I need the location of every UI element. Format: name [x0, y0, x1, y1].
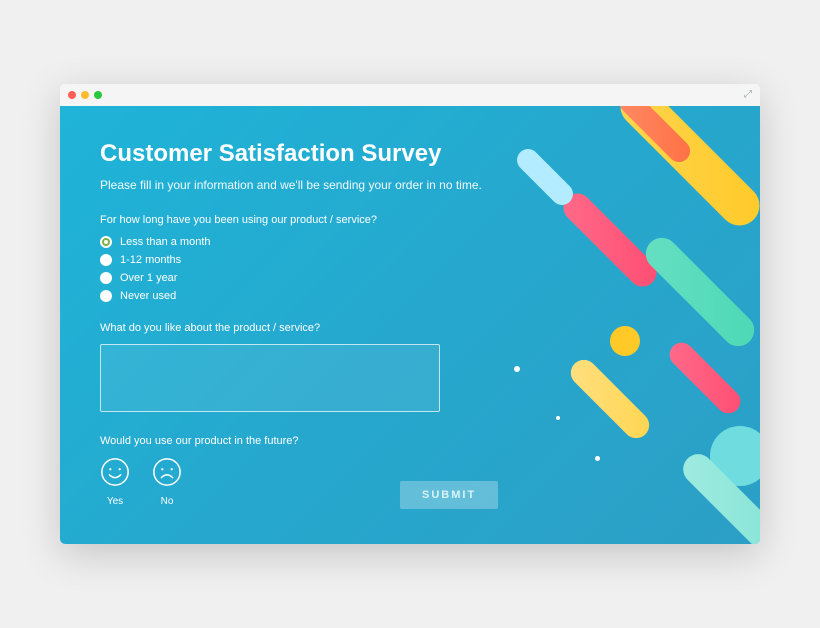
titlebar: ⤢ [60, 84, 760, 106]
decorative-stripe-icon [612, 106, 760, 234]
submit-button[interactable]: SUBMIT [400, 481, 498, 509]
radio-option-never-used[interactable]: Never used [100, 290, 540, 302]
radio-icon [100, 272, 112, 284]
browser-window: ⤢ Customer Satisfaction Survey Please fi… [60, 84, 760, 544]
option-yes[interactable]: Yes [100, 457, 130, 507]
maximize-window-icon[interactable] [94, 91, 102, 99]
option-no[interactable]: No [152, 457, 182, 507]
expand-icon[interactable]: ⤢ [744, 89, 752, 100]
radio-icon [100, 290, 112, 302]
minimize-window-icon[interactable] [81, 91, 89, 99]
window-controls [68, 91, 102, 99]
page-subtitle: Please fill in your information and we'l… [100, 178, 540, 192]
survey-form: Customer Satisfaction Survey Please fill… [60, 106, 580, 531]
q3-label: Would you use our product in the future? [100, 435, 540, 447]
page-title: Customer Satisfaction Survey [100, 140, 540, 168]
q1-label: For how long have you been using our pro… [100, 214, 540, 226]
radio-label: Over 1 year [120, 272, 177, 284]
decorative-circle-icon [610, 326, 640, 356]
q1-radio-group: Less than a month 1-12 months Over 1 yea… [100, 236, 540, 302]
decorative-stripe-icon [639, 231, 760, 353]
radio-option-less-than-month[interactable]: Less than a month [100, 236, 540, 248]
feedback-textarea[interactable] [100, 344, 440, 412]
radio-option-1-12-months[interactable]: 1-12 months [100, 254, 540, 266]
decorative-dot-icon [595, 456, 600, 461]
radio-icon [100, 254, 112, 266]
radio-icon [100, 236, 112, 248]
survey-panel: Customer Satisfaction Survey Please fill… [60, 106, 760, 544]
radio-label: 1-12 months [120, 254, 181, 266]
q2-label: What do you like about the product / ser… [100, 322, 540, 334]
happy-face-icon [100, 457, 130, 492]
radio-label: Less than a month [120, 236, 211, 248]
radio-option-over-1-year[interactable]: Over 1 year [100, 272, 540, 284]
sad-face-icon [152, 457, 182, 492]
decorative-stripe-icon [665, 338, 746, 419]
option-yes-label: Yes [107, 496, 123, 507]
option-no-label: No [161, 496, 174, 507]
close-window-icon[interactable] [68, 91, 76, 99]
radio-label: Never used [120, 290, 176, 302]
